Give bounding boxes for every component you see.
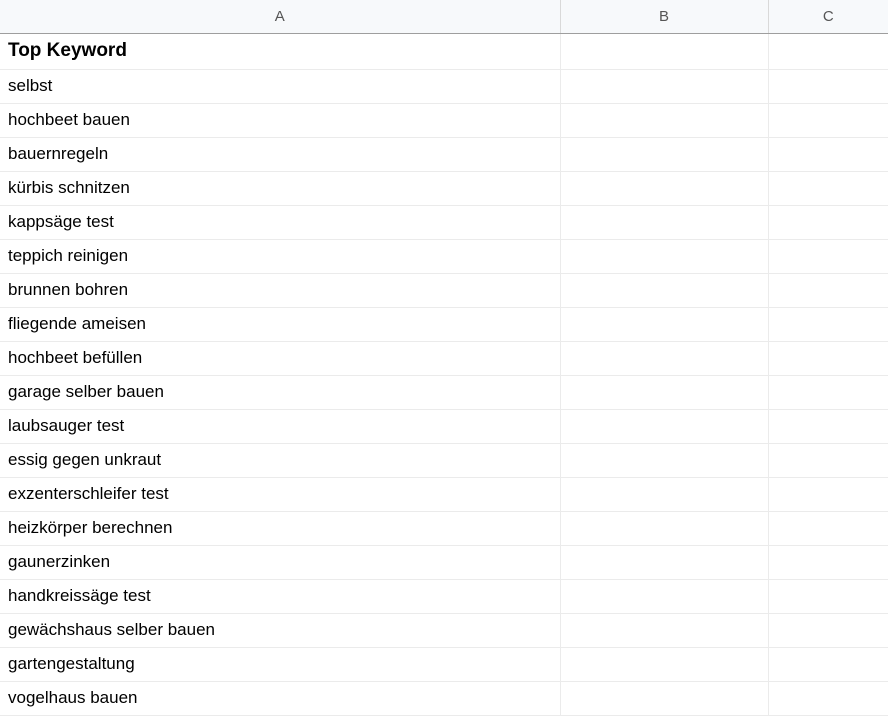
cell[interactable] — [768, 376, 888, 410]
cell[interactable]: hochbeet befüllen — [0, 342, 560, 376]
cell[interactable] — [560, 682, 768, 716]
cell[interactable] — [560, 376, 768, 410]
table-row: gewächshaus selber bauen — [0, 614, 888, 648]
cell[interactable] — [560, 274, 768, 308]
table-row: garage selber bauen — [0, 376, 888, 410]
cell[interactable] — [768, 478, 888, 512]
cell[interactable] — [768, 206, 888, 240]
table-row: handkreissäge test — [0, 580, 888, 614]
cell[interactable]: essig gegen unkraut — [0, 444, 560, 478]
cell[interactable] — [560, 546, 768, 580]
cell[interactable]: gaunerzinken — [0, 546, 560, 580]
cell[interactable] — [768, 512, 888, 546]
cell[interactable]: handkreissäge test — [0, 580, 560, 614]
cell[interactable] — [560, 172, 768, 206]
table-row: vogelhaus bauen — [0, 682, 888, 716]
cell[interactable] — [768, 410, 888, 444]
table-row: hochbeet bauen — [0, 104, 888, 138]
cell[interactable]: brunnen bohren — [0, 274, 560, 308]
cell[interactable] — [768, 648, 888, 682]
table-row: gaunerzinken — [0, 546, 888, 580]
table-row: Top Keyword — [0, 34, 888, 70]
table-row: teppich reinigen — [0, 240, 888, 274]
cell[interactable] — [768, 614, 888, 648]
cell[interactable] — [768, 172, 888, 206]
cell[interactable] — [768, 34, 888, 70]
cell[interactable] — [560, 206, 768, 240]
cell[interactable]: bauernregeln — [0, 138, 560, 172]
cell[interactable] — [768, 308, 888, 342]
table-row: kappsäge test — [0, 206, 888, 240]
table-row: hochbeet befüllen — [0, 342, 888, 376]
cell[interactable] — [560, 104, 768, 138]
cell[interactable] — [560, 138, 768, 172]
cell[interactable] — [768, 546, 888, 580]
cell[interactable] — [768, 444, 888, 478]
cell[interactable]: fliegende ameisen — [0, 308, 560, 342]
cell[interactable] — [768, 240, 888, 274]
table-row: bauernregeln — [0, 138, 888, 172]
cell[interactable] — [560, 648, 768, 682]
cell[interactable] — [560, 240, 768, 274]
table-row: gartengestaltung — [0, 648, 888, 682]
cell[interactable]: gewächshaus selber bauen — [0, 614, 560, 648]
cell[interactable] — [768, 274, 888, 308]
cell[interactable] — [768, 70, 888, 104]
cell[interactable] — [768, 682, 888, 716]
column-header-c[interactable]: C — [768, 0, 888, 34]
cell[interactable] — [560, 70, 768, 104]
cell[interactable] — [560, 308, 768, 342]
cell-header[interactable]: Top Keyword — [0, 34, 560, 70]
cell[interactable]: exzenterschleifer test — [0, 478, 560, 512]
table-row: brunnen bohren — [0, 274, 888, 308]
table-row: fliegende ameisen — [0, 308, 888, 342]
cell[interactable]: kappsäge test — [0, 206, 560, 240]
cell[interactable] — [768, 580, 888, 614]
cell[interactable]: selbst — [0, 70, 560, 104]
column-header-a[interactable]: A — [0, 0, 560, 34]
spreadsheet-body: Top Keyword selbst hochbeet bauen bauern… — [0, 34, 888, 716]
cell[interactable]: hochbeet bauen — [0, 104, 560, 138]
cell[interactable]: vogelhaus bauen — [0, 682, 560, 716]
table-row: selbst — [0, 70, 888, 104]
table-row: kürbis schnitzen — [0, 172, 888, 206]
table-row: laubsauger test — [0, 410, 888, 444]
cell[interactable] — [560, 580, 768, 614]
cell[interactable] — [560, 34, 768, 70]
column-header-row: A B C — [0, 0, 888, 34]
column-header-b[interactable]: B — [560, 0, 768, 34]
cell[interactable] — [560, 512, 768, 546]
cell[interactable]: gartengestaltung — [0, 648, 560, 682]
cell[interactable] — [768, 104, 888, 138]
cell[interactable] — [768, 138, 888, 172]
cell[interactable]: laubsauger test — [0, 410, 560, 444]
cell[interactable] — [560, 444, 768, 478]
cell[interactable]: teppich reinigen — [0, 240, 560, 274]
table-row: essig gegen unkraut — [0, 444, 888, 478]
cell[interactable] — [560, 478, 768, 512]
table-row: exzenterschleifer test — [0, 478, 888, 512]
cell[interactable]: kürbis schnitzen — [0, 172, 560, 206]
cell[interactable] — [560, 410, 768, 444]
table-row: heizkörper berechnen — [0, 512, 888, 546]
cell[interactable]: heizkörper berechnen — [0, 512, 560, 546]
spreadsheet-grid: A B C Top Keyword selbst hochbeet bauen … — [0, 0, 888, 716]
cell[interactable] — [560, 614, 768, 648]
cell[interactable] — [560, 342, 768, 376]
cell[interactable]: garage selber bauen — [0, 376, 560, 410]
cell[interactable] — [768, 342, 888, 376]
